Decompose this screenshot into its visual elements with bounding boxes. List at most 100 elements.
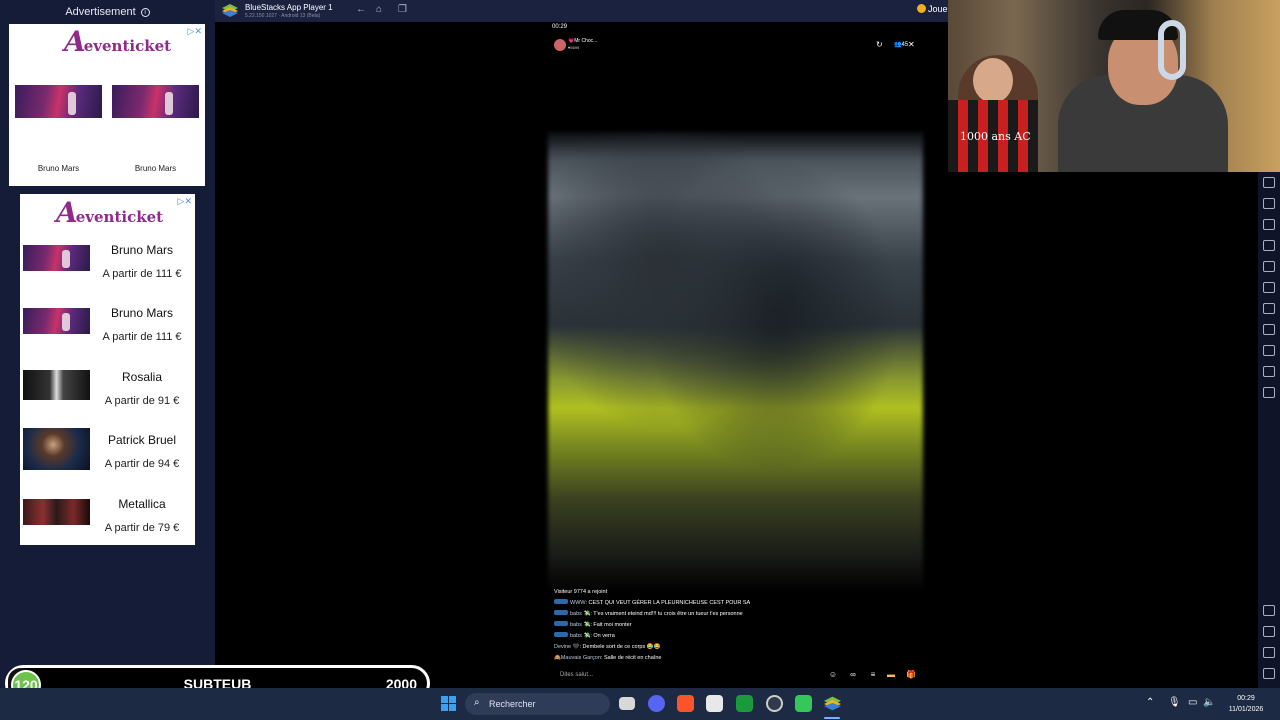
eventicket-logo: Aeventicket: [56, 196, 164, 229]
chevron-up-icon[interactable]: ⌃: [1146, 697, 1154, 708]
keyboard-icon[interactable]: [1263, 177, 1275, 188]
airplane-icon[interactable]: [1263, 261, 1275, 272]
resize-icon[interactable]: [1263, 282, 1275, 293]
windows-start-icon[interactable]: [441, 696, 456, 711]
search-icon: ⌕: [474, 697, 480, 708]
coin-icon[interactable]: ▬: [886, 670, 896, 680]
play-store-icon[interactable]: [736, 695, 753, 712]
link-icon[interactable]: ∞: [848, 670, 858, 680]
artist-thumbnail[interactable]: [23, 428, 90, 470]
play-button[interactable]: Joue: [917, 4, 948, 14]
artist-price: A partir de 91 €: [104, 395, 180, 407]
home-icon[interactable]: ⌂: [376, 4, 382, 15]
gallery-icon[interactable]: [1263, 240, 1275, 251]
list-item[interactable]: Bruno Mars A partir de 111 €: [20, 305, 195, 365]
screen: Advertisement i ▷✕ Aeventicket Bruno Mar…: [0, 0, 1280, 720]
microphone-icon[interactable]: 🎙: [1168, 697, 1181, 708]
search-placeholder: Rechercher: [489, 699, 536, 709]
home-icon[interactable]: [1263, 647, 1275, 658]
live-video[interactable]: [548, 132, 923, 592]
bluestacks-taskbar-icon[interactable]: [824, 695, 841, 712]
chat-message: WWW: CEST QUI VEUT GÉRER LA PLEURNICHEUS…: [554, 598, 914, 609]
settings-icon[interactable]: [1263, 605, 1275, 616]
bluestacks-side-toolbar: [1258, 172, 1280, 688]
clock-date: 11/01/2026: [1228, 706, 1264, 713]
artist-price: A partir de 94 €: [104, 458, 180, 470]
webcam-face: [973, 58, 1013, 103]
chat-message: babs 💸: On verra: [554, 631, 914, 642]
chat-message: 🙈Mauvais Garçon: Salle de récit en chaîn…: [554, 655, 662, 661]
taskbar-search[interactable]: ⌕ Rechercher: [465, 693, 610, 715]
gift-icon[interactable]: 🎁: [906, 670, 916, 680]
ad-close-icon[interactable]: ▷✕: [188, 26, 202, 37]
phone-screen: 00:29 💗Mr Choc... ♥5699 ↻ 👥45 ✕ Visiteur…: [548, 22, 923, 688]
recent-apps-icon[interactable]: [1263, 668, 1275, 679]
ad-close-icon[interactable]: ▷✕: [178, 196, 192, 207]
live-chat: Visiteur 9774 a rejoint WWW: CEST QUI VE…: [554, 587, 914, 664]
screenshot-icon[interactable]: [1263, 219, 1275, 230]
clock-icon[interactable]: [1263, 366, 1275, 377]
list-item[interactable]: Patrick Bruel A partir de 94 €: [20, 428, 195, 492]
bluestacks-titlebar: BlueStacks App Player 1 5.22.150.1027 · …: [215, 0, 948, 22]
emoji-icon[interactable]: ☺: [828, 670, 838, 680]
list-item[interactable]: Metallica A partir de 79 €: [20, 496, 195, 556]
badge-icon: [554, 621, 568, 626]
windows-taskbar: ⌕ Rechercher ⌃ 🎙 ▭ 🔈 00:29 11/01/2026: [0, 688, 1280, 720]
brave-browser-icon[interactable]: [677, 695, 694, 712]
badge-icon: [554, 599, 568, 604]
badge-icon: [554, 610, 568, 615]
discord-icon[interactable]: [648, 695, 665, 712]
artist-name: Bruno Mars: [110, 243, 174, 257]
artist-name: Bruno Mars: [110, 306, 174, 320]
eraser-icon[interactable]: [1263, 303, 1275, 314]
chat-message: babs 💸: T'es vraiment eteind md!!! tu cr…: [554, 609, 914, 620]
recent-apps-icon[interactable]: ❐: [398, 4, 407, 15]
gamepad-icon[interactable]: [1263, 198, 1275, 209]
artist-thumbnail[interactable]: [23, 308, 90, 334]
artist-price: A partir de 79 €: [104, 522, 180, 534]
network-icon[interactable]: ▭: [1188, 697, 1197, 708]
bluestacks-logo-icon: [222, 4, 238, 17]
window-title: BlueStacks App Player 1: [245, 3, 333, 12]
concert-image[interactable]: [15, 85, 102, 118]
artist-name: Metallica: [118, 497, 166, 511]
info-icon[interactable]: i: [140, 7, 150, 17]
back-icon[interactable]: [1263, 626, 1275, 637]
window-subtitle: 5.22.150.1027 · Android 13 (Beta): [245, 13, 321, 19]
eventicket-ad-top[interactable]: ▷✕ Aeventicket Bruno Mars Bruno Mars: [9, 24, 205, 186]
headset-icon: [1158, 20, 1186, 80]
chat-input[interactable]: Dites salut...: [560, 672, 593, 678]
close-icon[interactable]: ✕: [908, 40, 915, 49]
folder-icon[interactable]: [1263, 387, 1275, 398]
artist-thumbnail[interactable]: [23, 245, 90, 271]
ad-caption[interactable]: Bruno Mars: [112, 164, 199, 173]
app-icon[interactable]: [706, 695, 723, 712]
artist-thumbnail[interactable]: [23, 370, 90, 400]
taskbar-clock[interactable]: 00:29 11/01/2026: [1218, 693, 1274, 715]
eventicket-ad-list[interactable]: ▷✕ Aeventicket Bruno Mars A partir de 11…: [20, 194, 195, 545]
ad-caption[interactable]: Bruno Mars: [15, 164, 102, 173]
obs-icon[interactable]: [766, 695, 783, 712]
streamer-avatar[interactable]: [554, 39, 566, 51]
viewer-count[interactable]: 👥45: [894, 41, 908, 48]
chat-message: babs 💸: Fait moi monter: [554, 620, 914, 631]
ad-header: Advertisement i: [0, 6, 215, 18]
refresh-icon[interactable]: ↻: [876, 40, 883, 49]
volume-icon[interactable]: 🔈: [1203, 697, 1215, 708]
streamer-name[interactable]: 💗Mr Choc...: [568, 38, 597, 44]
file-explorer-icon[interactable]: [619, 697, 635, 710]
ad-header-label: Advertisement: [65, 6, 136, 18]
sheets-icon[interactable]: [795, 695, 812, 712]
layers-icon[interactable]: [1263, 345, 1275, 356]
back-icon[interactable]: ←: [356, 4, 366, 15]
location-icon[interactable]: [1263, 324, 1275, 335]
menu-icon[interactable]: ≡: [868, 670, 878, 680]
ad-rail: Advertisement i ▷✕ Aeventicket Bruno Mar…: [0, 0, 215, 688]
concert-image[interactable]: [112, 85, 199, 118]
artist-thumbnail[interactable]: [23, 499, 90, 525]
list-item[interactable]: Rosalia A partir de 91 €: [20, 369, 195, 429]
shirt-text: 1000 ans AC: [960, 130, 1031, 143]
eventicket-logo: Aeventicket: [64, 25, 172, 58]
list-item[interactable]: Bruno Mars A partir de 111 €: [20, 242, 195, 302]
webcam-overlay: 1000 ans AC: [948, 0, 1280, 172]
